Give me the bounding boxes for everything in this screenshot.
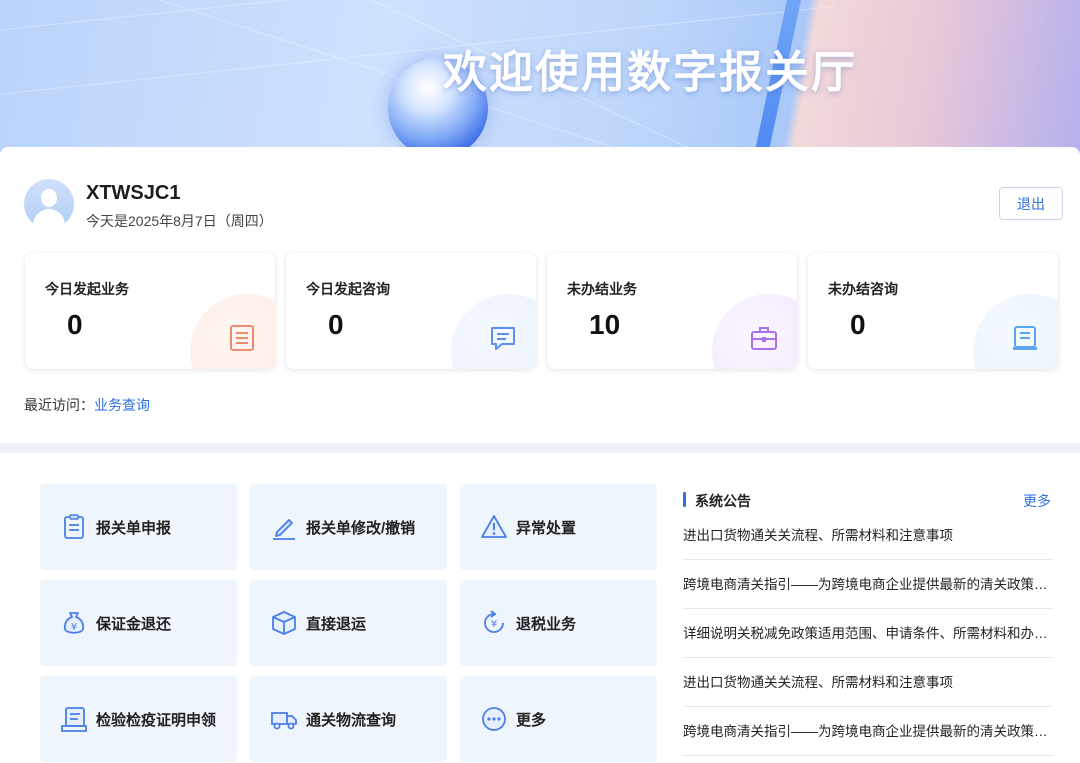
service-tile-logistics-query[interactable]: 通关物流查询 [250, 676, 447, 762]
chat-bubble-icon [491, 327, 515, 350]
service-label: 通关物流查询 [306, 711, 397, 729]
stat-label: 今日发起咨询 [306, 281, 390, 297]
truck-icon [271, 712, 297, 730]
stat-label: 今日发起业务 [45, 281, 129, 297]
stat-label: 未办结咨询 [828, 281, 898, 297]
services-section: 报关单申报 报关单修改/撤销 异常处置 ¥ 保证金退还 直接退运 ¥ 退税业务 … [0, 453, 1080, 763]
banner-grid-line [0, 0, 796, 41]
stat-card-today-business[interactable]: 今日发起业务 0 [25, 253, 275, 369]
service-tile-direct-return[interactable]: 直接退运 [250, 580, 447, 666]
notice-item[interactable]: 进出口货物通关关流程、所需材料和注意事项 [683, 511, 1053, 560]
service-tile-declaration[interactable]: 报关单申报 [40, 484, 237, 570]
service-label: 异常处置 [516, 519, 577, 537]
service-label: 直接退运 [306, 615, 367, 633]
stat-value: 10 [589, 309, 621, 340]
username: XTWSJC1 [86, 182, 181, 204]
pen-icon [273, 519, 295, 540]
recent-visit-link[interactable]: 业务查询 [94, 397, 150, 413]
certificate-icon [61, 707, 87, 732]
service-label: 检验检疫证明申领 [96, 711, 217, 729]
service-tile-more[interactable]: 更多 [460, 676, 657, 762]
stat-label: 未办结业务 [567, 281, 637, 297]
avatar [24, 179, 74, 229]
service-label: 退税业务 [516, 615, 577, 633]
service-label: 报关单修改/撤销 [306, 519, 416, 537]
logout-button[interactable]: 退出 [999, 187, 1063, 220]
stat-card-pending-consult[interactable]: 未办结咨询 0 [808, 253, 1058, 369]
service-tile-inspection-certificate[interactable]: 检验检疫证明申领 [40, 676, 237, 762]
notice-item[interactable]: 跨境电商清关指引——为跨境电商企业提供最新的清关政策和操作流程 [683, 560, 1053, 609]
service-tile-exception[interactable]: 异常处置 [460, 484, 657, 570]
welcome-banner: 欢迎使用数字报关厅 [0, 0, 1080, 160]
svg-text:¥: ¥ [491, 619, 497, 630]
stat-card-pending-business[interactable]: 未办结业务 10 [547, 253, 797, 369]
money-bag-icon: ¥ [63, 612, 85, 634]
box-icon [272, 611, 296, 635]
banner-title: 欢迎使用数字报关厅 [443, 47, 857, 98]
stat-value: 0 [328, 309, 344, 340]
current-date: 今天是2025年8月7日（周四） [86, 213, 273, 229]
service-label: 保证金退还 [96, 615, 172, 633]
briefcase-icon [751, 327, 777, 350]
stat-value: 0 [67, 309, 83, 340]
service-tile-deposit-refund[interactable]: ¥ 保证金退还 [40, 580, 237, 666]
list-document-icon [230, 325, 254, 351]
refund-icon: ¥ [484, 610, 504, 633]
more-icon [482, 707, 506, 731]
service-tile-tax-refund[interactable]: ¥ 退税业务 [460, 580, 657, 666]
recent-visits-label: 最近访问： [24, 397, 94, 413]
book-icon [1013, 326, 1037, 350]
warning-icon [481, 515, 507, 538]
service-tile-modify-cancel[interactable]: 报关单修改/撤销 [250, 484, 447, 570]
notice-item[interactable]: 跨境电商清关指引——为跨境电商企业提供最新的清关政策和操作流程 [683, 707, 1053, 756]
svg-text:¥: ¥ [71, 622, 77, 633]
stat-card-today-consult[interactable]: 今日发起咨询 0 [286, 253, 536, 369]
user-card: XTWSJC1 今天是2025年8月7日（周四） 退出 今日发起业务 0 今日发… [0, 147, 1080, 443]
clipboard-icon [64, 514, 84, 539]
notice-more-link[interactable]: 更多 [1023, 491, 1051, 511]
service-label: 报关单申报 [96, 519, 172, 537]
stat-value: 0 [850, 309, 866, 340]
notice-item[interactable]: 详细说明关税减免政策适用范围、申请条件、所需材料和办理流程 [683, 609, 1053, 658]
notice-title: 系统公告 [683, 491, 751, 511]
service-label: 更多 [516, 711, 547, 729]
recent-visits: 最近访问：业务查询 [24, 395, 150, 415]
notice-item[interactable]: 进出口货物通关关流程、所需材料和注意事项 [683, 658, 1053, 707]
